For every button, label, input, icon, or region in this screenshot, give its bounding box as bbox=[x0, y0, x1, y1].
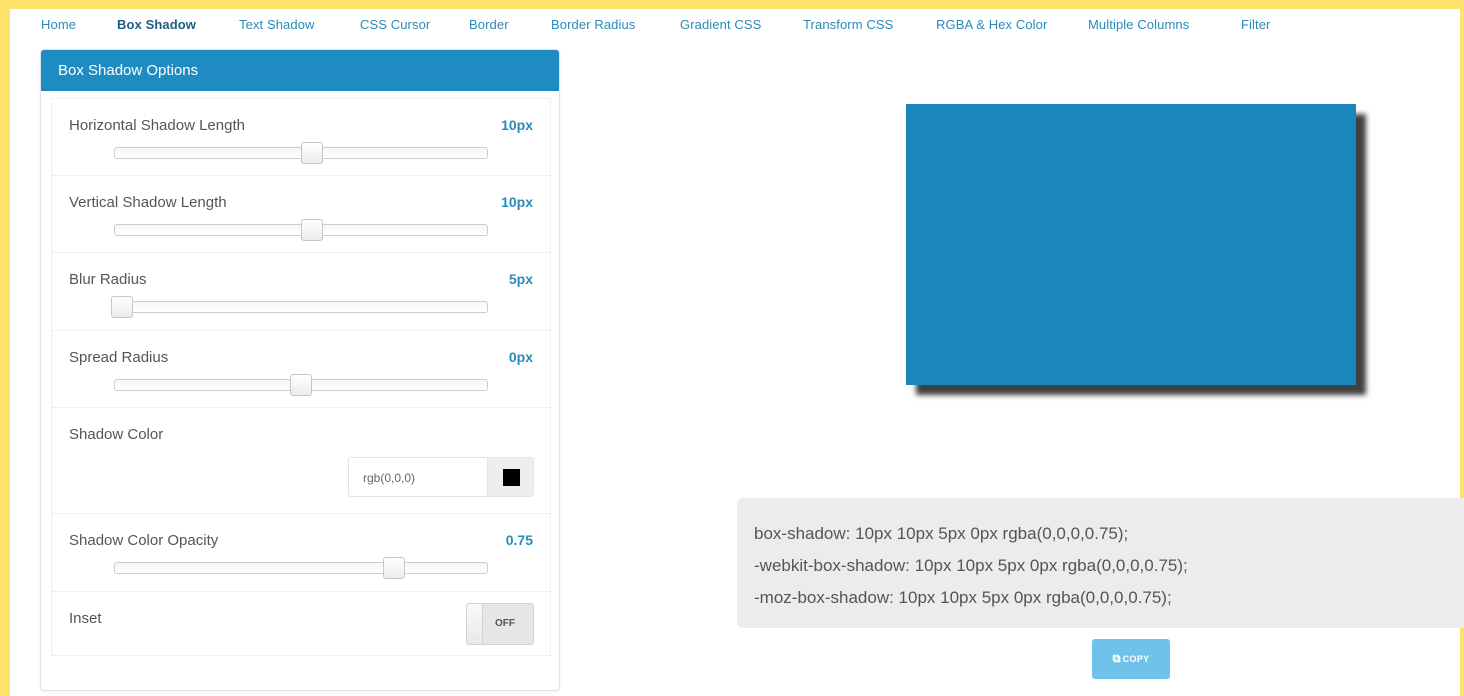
shadow-color-row: Shadow Color rgb(0,0,0) bbox=[51, 408, 551, 514]
shadow-opacity-row: Shadow Color Opacity 0.75 bbox=[51, 514, 551, 592]
css-code-output: box-shadow: 10px 10px 5px 0px rgba(0,0,0… bbox=[737, 498, 1464, 628]
nav-box-shadow[interactable]: Box Shadow bbox=[117, 17, 196, 32]
vertical-shadow-row: Vertical Shadow Length 10px bbox=[51, 176, 551, 253]
spread-radius-value: 0px bbox=[508, 349, 533, 365]
shadow-opacity-value: 0.75 bbox=[505, 532, 533, 548]
code-line-box-shadow: box-shadow: 10px 10px 5px 0px rgba(0,0,0… bbox=[754, 524, 1129, 543]
panel-body: Horizontal Shadow Length 10px Vertical S… bbox=[51, 98, 551, 656]
horizontal-shadow-slider[interactable] bbox=[114, 142, 488, 164]
nav-border[interactable]: Border bbox=[469, 17, 509, 32]
vertical-shadow-label: Vertical Shadow Length bbox=[69, 194, 227, 211]
nav-filter[interactable]: Filter bbox=[1241, 17, 1271, 32]
spread-radius-slider[interactable] bbox=[114, 374, 488, 396]
inset-row: Inset OFF bbox=[51, 592, 551, 656]
nav-text-shadow[interactable]: Text Shadow bbox=[239, 17, 315, 32]
code-line-webkit-box-shadow: -webkit-box-shadow: 10px 10px 5px 0px rg… bbox=[754, 556, 1188, 575]
nav-multiple-columns[interactable]: Multiple Columns bbox=[1088, 17, 1189, 32]
shadow-preview-box bbox=[906, 104, 1356, 385]
panel-title: Box Shadow Options bbox=[41, 50, 559, 91]
spread-radius-row: Spread Radius 0px bbox=[51, 331, 551, 408]
blur-radius-slider[interactable] bbox=[111, 296, 488, 318]
horizontal-shadow-row: Horizontal Shadow Length 10px bbox=[51, 98, 551, 176]
nav-css-cursor[interactable]: CSS Cursor bbox=[360, 17, 430, 32]
code-line-moz-box-shadow: -moz-box-shadow: 10px 10px 5px 0px rgba(… bbox=[754, 588, 1172, 607]
horizontal-shadow-slider-handle[interactable] bbox=[301, 142, 324, 164]
copy-icon: ⧉ bbox=[1112, 653, 1121, 665]
blur-radius-row: Blur Radius 5px bbox=[51, 253, 551, 331]
color-picker-button[interactable] bbox=[487, 458, 533, 496]
inset-toggle-state: OFF bbox=[495, 618, 515, 629]
copy-button-label: COPY bbox=[1122, 654, 1150, 664]
blur-radius-slider-handle[interactable] bbox=[111, 296, 134, 318]
inset-toggle-knob[interactable] bbox=[467, 604, 483, 644]
page: Home Box Shadow Text Shadow CSS Cursor B… bbox=[10, 9, 1464, 696]
shadow-opacity-label: Shadow Color Opacity bbox=[69, 532, 219, 549]
spread-radius-slider-handle[interactable] bbox=[290, 374, 312, 396]
shadow-opacity-slider[interactable] bbox=[114, 557, 488, 579]
shadow-opacity-slider-handle[interactable] bbox=[383, 557, 405, 579]
horizontal-shadow-value: 10px bbox=[501, 117, 533, 133]
vertical-shadow-slider[interactable] bbox=[114, 219, 488, 241]
vertical-shadow-slider-handle[interactable] bbox=[301, 219, 324, 241]
shadow-color-value[interactable]: rgb(0,0,0) bbox=[363, 471, 415, 485]
nav-gradient-css[interactable]: Gradient CSS bbox=[680, 17, 761, 32]
blur-radius-label: Blur Radius bbox=[69, 271, 147, 288]
shadow-color-field[interactable]: rgb(0,0,0) bbox=[348, 457, 534, 497]
vertical-shadow-value: 10px bbox=[501, 194, 533, 210]
box-shadow-options-panel: Box Shadow Options Horizontal Shadow Len… bbox=[40, 49, 560, 691]
nav-transform-css[interactable]: Transform CSS bbox=[803, 17, 893, 32]
nav-border-radius[interactable]: Border Radius bbox=[551, 17, 635, 32]
horizontal-shadow-label: Horizontal Shadow Length bbox=[69, 117, 245, 134]
color-swatch[interactable] bbox=[503, 469, 520, 486]
blur-radius-value: 5px bbox=[508, 271, 533, 287]
top-nav: Home Box Shadow Text Shadow CSS Cursor B… bbox=[10, 9, 1460, 43]
spread-radius-label: Spread Radius bbox=[69, 349, 169, 366]
nav-rgba-hex-color[interactable]: RGBA & Hex Color bbox=[936, 17, 1047, 32]
shadow-color-label: Shadow Color bbox=[69, 426, 164, 443]
nav-home[interactable]: Home bbox=[41, 17, 76, 32]
inset-toggle[interactable]: OFF bbox=[466, 603, 534, 645]
copy-button[interactable]: ⧉ COPY bbox=[1092, 639, 1170, 679]
inset-label: Inset bbox=[69, 610, 102, 627]
